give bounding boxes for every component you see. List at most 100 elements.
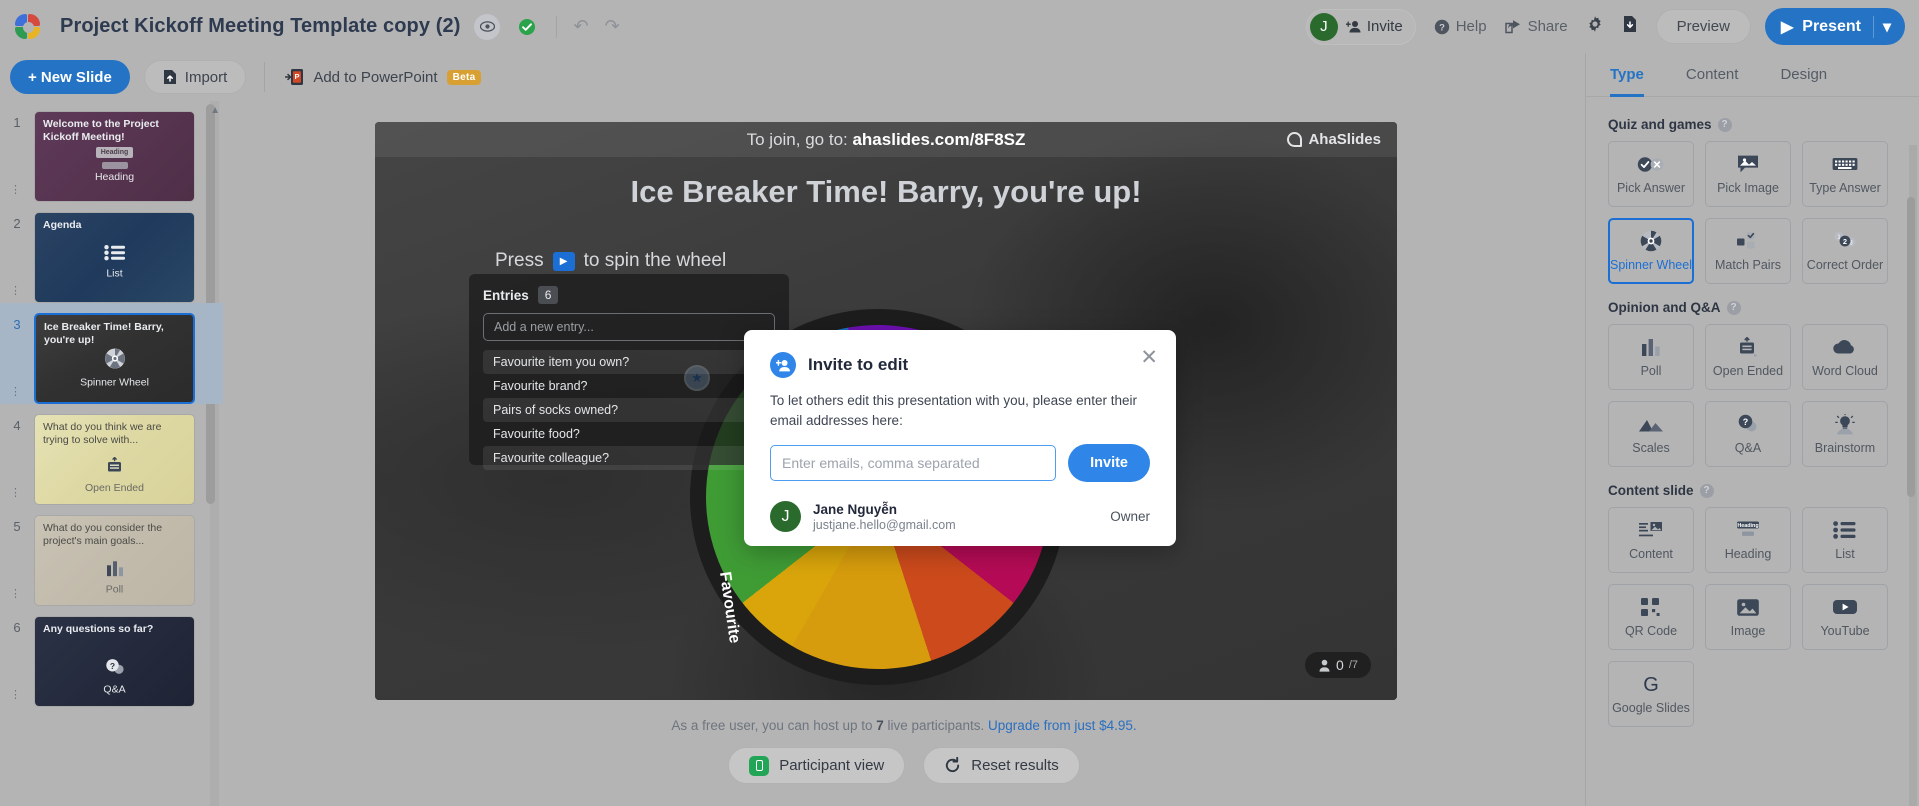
tab-design[interactable]: Design — [1780, 53, 1827, 97]
section-title-quiz-and-games: Quiz and games ? — [1608, 117, 1901, 132]
tile-heading[interactable]: Heading Heading — [1705, 507, 1791, 573]
tile-pick-answer[interactable]: Pick Answer — [1608, 141, 1694, 207]
help-button[interactable]: ? Help — [1434, 18, 1487, 35]
eye-icon[interactable] — [474, 13, 501, 40]
close-icon[interactable]: ✕ — [1140, 347, 1158, 368]
slide-list-item[interactable]: 2 Agenda List ⋮ — [0, 202, 223, 303]
entry-item[interactable]: Favourite colleague? — [483, 446, 775, 470]
tile-pick-image[interactable]: Pick Image — [1705, 141, 1791, 207]
document-title[interactable]: Project Kickoff Meeting Template copy (2… — [60, 15, 460, 38]
slide-list-item[interactable]: 1 Welcome to the Project Kickoff Meeting… — [0, 101, 223, 202]
tile-scales[interactable]: Scales — [1608, 401, 1694, 467]
heading-icon: Heading — [1733, 519, 1763, 541]
panel-scrollbar-track[interactable] — [1907, 145, 1917, 806]
tile-list[interactable]: List — [1802, 507, 1888, 573]
avatar: J — [770, 501, 801, 533]
present-button[interactable]: ▶ Present ▾ — [1764, 8, 1905, 45]
play-icon[interactable]: ▶ — [552, 251, 575, 271]
entry-item[interactable]: Pairs of socks owned? — [483, 398, 775, 422]
entries-list[interactable]: Favourite item you own? Favourite brand?… — [483, 350, 775, 470]
slide-list-sidebar[interactable]: ▲ 1 Welcome to the Project Kickoff Meeti… — [0, 101, 223, 806]
entry-item[interactable]: Favourite brand? — [483, 374, 775, 398]
tile-google-slides[interactable]: G Google Slides — [1608, 661, 1694, 727]
open-ended-icon — [1737, 336, 1759, 358]
present-dropdown-caret[interactable]: ▾ — [1883, 17, 1899, 37]
stage-action-buttons: Participant view Reset results — [223, 747, 1585, 784]
add-person-icon — [1345, 21, 1361, 33]
slide-drag-handle[interactable]: ⋮ — [10, 185, 21, 195]
slide-list-item[interactable]: 5 What do you consider the project's mai… — [0, 505, 223, 606]
spin-instruction: Press ▶ to spin the wheel — [495, 250, 726, 272]
participant-view-button[interactable]: Participant view — [728, 747, 906, 784]
section-title-content-slide: Content slide ? — [1608, 483, 1901, 498]
help-icon[interactable]: ? — [1699, 483, 1714, 498]
slide-thumbnail[interactable]: Agenda List — [34, 212, 195, 303]
share-label: Share — [1527, 18, 1568, 35]
tile-youtube[interactable]: YouTube — [1802, 584, 1888, 650]
tile-match-pairs[interactable]: Match Pairs — [1705, 218, 1791, 284]
tab-content[interactable]: Content — [1686, 53, 1739, 97]
email-input[interactable] — [770, 445, 1057, 482]
tile-type-answer[interactable]: Type Answer — [1802, 141, 1888, 207]
entry-item[interactable]: Favourite item you own? — [483, 350, 775, 374]
participants-badge: 0 /7 — [1305, 652, 1371, 678]
powerpoint-icon: P — [285, 69, 304, 85]
upgrade-link[interactable]: Upgrade from just $4.95. — [988, 718, 1137, 733]
add-to-powerpoint-button[interactable]: P Add to PowerPoint Beta — [285, 68, 482, 86]
match-pairs-icon — [1736, 230, 1760, 252]
undo-icon[interactable]: ↶ — [573, 16, 588, 37]
tile-label: Content — [1629, 547, 1673, 561]
slide-list-item-active[interactable]: 3 Ice Breaker Time! Barry, you're up! Sp… — [0, 303, 223, 404]
tile-qa[interactable]: ? Q&A — [1705, 401, 1791, 467]
import-button[interactable]: Import — [143, 60, 247, 94]
invite-button[interactable]: J Invite — [1305, 8, 1416, 45]
new-entry-placeholder: Add a new entry... — [494, 320, 594, 334]
slide-thumbnail[interactable]: What do you consider the project's main … — [34, 515, 195, 606]
redo-icon[interactable]: ↷ — [605, 16, 620, 37]
ahaslides-logo-icon — [1287, 132, 1303, 147]
collaborator-info: Jane Nguyễn justjane.hello@gmail.com — [813, 502, 956, 532]
tile-poll[interactable]: Poll — [1608, 324, 1694, 390]
share-button[interactable]: Share — [1504, 18, 1568, 35]
heading-icon: Heading — [95, 146, 134, 158]
pick-answer-icon — [1636, 153, 1666, 175]
tile-label: Brainstorm — [1814, 441, 1876, 455]
tile-image[interactable]: Image — [1705, 584, 1791, 650]
slide-thumbnail[interactable]: Any questions so far? ? Q&A — [34, 616, 195, 707]
tab-type[interactable]: Type — [1610, 53, 1644, 97]
slide-drag-handle[interactable]: ⋮ — [10, 690, 21, 700]
ahaslides-brand: AhaSlides — [1287, 131, 1381, 148]
help-icon[interactable]: ? — [1726, 300, 1741, 315]
entry-item[interactable]: Favourite food? — [483, 422, 775, 446]
slide-drag-handle[interactable]: ⋮ — [10, 387, 21, 397]
tile-brainstorm[interactable]: Brainstorm — [1802, 401, 1888, 467]
new-slide-button[interactable]: + New Slide — [10, 60, 130, 94]
slide-thumbnail-title: Any questions so far? — [43, 623, 154, 635]
slide-thumbnail[interactable]: Ice Breaker Time! Barry, you're up! Spin… — [34, 313, 195, 404]
slide-title[interactable]: Ice Breaker Time! Barry, you're up! — [375, 174, 1397, 210]
tile-open-ended[interactable]: Open Ended — [1705, 324, 1791, 390]
invite-submit-button[interactable]: Invite — [1068, 444, 1150, 483]
slide-thumbnail[interactable]: What do you think we are trying to solve… — [34, 414, 195, 505]
gear-icon[interactable] — [1586, 15, 1604, 38]
tile-spinner-wheel[interactable]: Spinner Wheel — [1608, 218, 1694, 284]
app-logo-icon[interactable] — [14, 13, 42, 41]
tile-correct-order[interactable]: 1 3 2 Correct Order — [1802, 218, 1888, 284]
slide-list-item[interactable]: 4 What do you think we are trying to sol… — [0, 404, 223, 505]
slide-drag-handle[interactable]: ⋮ — [10, 589, 21, 599]
tile-content[interactable]: Content — [1608, 507, 1694, 573]
help-label: Help — [1455, 18, 1487, 35]
panel-tabs: Type Content Design — [1586, 53, 1919, 97]
help-icon[interactable]: ? — [1717, 117, 1732, 132]
slide-thumbnail[interactable]: Welcome to the Project Kickoff Meeting! … — [34, 111, 195, 202]
new-entry-input[interactable]: Add a new entry... — [483, 313, 775, 341]
tile-qr-code[interactable]: QR Code — [1608, 584, 1694, 650]
reset-results-button[interactable]: Reset results — [923, 747, 1080, 784]
preview-button[interactable]: Preview — [1655, 9, 1751, 44]
export-file-icon[interactable] — [1622, 15, 1638, 38]
slide-drag-handle[interactable]: ⋮ — [10, 286, 21, 296]
slide-list-item[interactable]: 6 Any questions so far? ? Q&A ⋮ — [0, 606, 223, 707]
panel-scrollbar-thumb[interactable] — [1907, 197, 1915, 497]
slide-drag-handle[interactable]: ⋮ — [10, 488, 21, 498]
tile-word-cloud[interactable]: Word Cloud — [1802, 324, 1888, 390]
